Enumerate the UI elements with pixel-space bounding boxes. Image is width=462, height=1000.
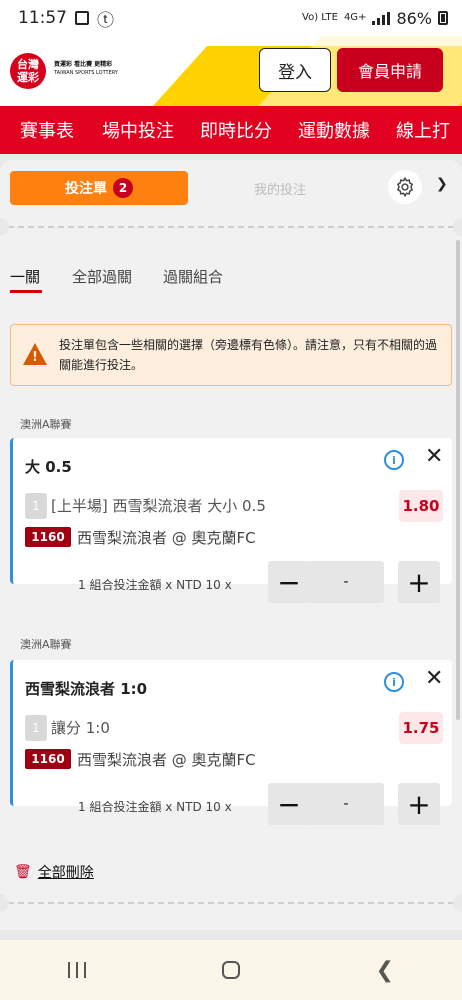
betslip-tabs: 投注單 2 我的投注 ❯: [10, 170, 450, 206]
bet-card: 大 0.5 i ✕ 1 [上半場] 西雪梨流浪者 大小 0.5 1.80 116…: [10, 438, 452, 584]
stake-increase-button[interactable]: +: [398, 561, 440, 603]
related-selection-warning: 投注單包含一些相關的選擇（旁邊標有色條）。請注意，只有不相關的過關能進行投注。: [10, 324, 452, 386]
stake-input[interactable]: -: [308, 783, 384, 825]
gallery-icon: [75, 11, 89, 25]
stake-amount-label: 1 組合投注金額 x NTD 10 x: [78, 800, 232, 814]
collapse-chevron-icon[interactable]: ❯: [436, 176, 448, 192]
trash-icon: 🗑: [14, 864, 32, 880]
logo-line2: 運彩: [17, 71, 39, 84]
volte-indicator: Vo) LTE: [302, 12, 338, 23]
tab-all-parlay[interactable]: 全部過關: [72, 266, 132, 287]
delete-all-label: 全部刪除: [37, 865, 94, 881]
back-icon[interactable]: ❮: [376, 958, 394, 983]
divider-dashed: [8, 226, 454, 228]
divider-dashed: [8, 902, 454, 904]
battery-icon: [438, 11, 448, 25]
settings-gear-icon[interactable]: [388, 170, 422, 204]
ticket-notch-left: [0, 218, 9, 236]
league-label: 澳洲A聯賽: [20, 418, 72, 431]
system-nav-bar: ❮: [0, 940, 462, 1000]
info-icon[interactable]: i: [384, 450, 404, 470]
bet-odds: 1.80: [399, 490, 443, 522]
ticket-notch-right: [453, 894, 462, 912]
selection-number: 1: [25, 715, 47, 741]
warning-icon: [23, 343, 47, 368]
ticket-notch-right: [453, 218, 462, 236]
nav-item-schedule[interactable]: 賽事表: [20, 117, 74, 143]
recent-apps-icon[interactable]: [67, 962, 86, 978]
logo-badge[interactable]: 台灣 運彩: [10, 53, 46, 89]
match-code: 1160: [25, 749, 71, 769]
network-type-indicator: 4G+: [343, 12, 367, 23]
match-name: 西雪梨流浪者 @ 奧克蘭FC: [77, 751, 256, 769]
logo-tagline-en: TAIWAN SPORTS LOTTERY: [54, 70, 118, 76]
betslip-panel: 投注單 2 我的投注 ❯ 一關 全部過關 過關組合 投注單包含一些相關的選擇（旁…: [0, 160, 462, 930]
nav-item-live-score[interactable]: 即時比分: [200, 117, 272, 143]
selection-number: 1: [25, 493, 47, 519]
match-name: 西雪梨流浪者 @ 奧克蘭FC: [77, 529, 256, 547]
warning-text: 投注單包含一些相關的選擇（旁邊標有色條）。請注意，只有不相關的過關能進行投注。: [59, 338, 438, 372]
bet-title: 西雪梨流浪者 1:0: [25, 680, 148, 698]
main-nav: 賽事表 場中投注 即時比分 運動數據 線上打: [0, 106, 462, 154]
login-button[interactable]: 登入: [259, 48, 331, 92]
bet-selection: [上半場] 西雪梨流浪者 大小 0.5: [51, 497, 266, 515]
scrollbar[interactable]: [456, 240, 460, 720]
bet-card: 西雪梨流浪者 1:0 i ✕ 1 讓分 1:0 1.75 1160 西雪梨流浪者…: [10, 660, 452, 806]
app-notification-icon: ⓣ: [97, 10, 114, 31]
remove-bet-close-icon[interactable]: ✕: [425, 666, 443, 691]
stake-decrease-button[interactable]: −: [268, 561, 310, 603]
nav-item-sports-data[interactable]: 運動數據: [298, 117, 370, 143]
stake-input[interactable]: -: [308, 561, 384, 603]
status-bar: 11:57 ⓣ Vo) LTE 4G+ 86%: [0, 0, 462, 36]
nav-item-live-betting[interactable]: 場中投注: [102, 117, 174, 143]
site-header: 台灣 運彩 買運彩 看比賽 更精彩 TAIWAN SPORTS LOTTERY …: [0, 36, 462, 106]
logo-tagline-cn: 買運彩 看比賽 更精彩: [54, 61, 113, 68]
nav-item-online[interactable]: 線上打: [396, 117, 450, 143]
logo-tagline: 買運彩 看比賽 更精彩 TAIWAN SPORTS LOTTERY: [54, 60, 118, 78]
tab-single[interactable]: 一關: [10, 266, 40, 287]
bet-odds: 1.75: [399, 712, 443, 744]
tab-betslip-label: 投注單: [65, 181, 107, 197]
home-icon[interactable]: [221, 961, 240, 979]
match-code: 1160: [25, 527, 71, 547]
tab-my-bets[interactable]: 我的投注: [210, 179, 350, 198]
stake-increase-button[interactable]: +: [398, 783, 440, 825]
tab-parlay-combo[interactable]: 過關組合: [163, 266, 223, 287]
battery-percent: 86%: [396, 8, 432, 28]
remove-bet-close-icon[interactable]: ✕: [425, 444, 443, 469]
bet-selection: 讓分 1:0: [51, 719, 110, 737]
logo-line1: 台灣: [17, 58, 39, 71]
ticket-notch-left: [0, 894, 9, 912]
bet-title: 大 0.5: [25, 458, 72, 476]
register-button[interactable]: 會員申請: [337, 48, 443, 92]
tab-betslip[interactable]: 投注單 2: [10, 171, 188, 205]
signal-strength-icon: [372, 11, 391, 25]
betslip-count-badge: 2: [113, 178, 133, 198]
stake-decrease-button[interactable]: −: [268, 783, 310, 825]
league-label: 澳洲A聯賽: [20, 638, 72, 651]
status-time: 11:57: [18, 8, 67, 28]
active-tab-indicator: [10, 290, 42, 293]
info-icon[interactable]: i: [384, 672, 404, 692]
delete-all-button[interactable]: 🗑 全部刪除: [14, 862, 94, 882]
stake-amount-label: 1 組合投注金額 x NTD 10 x: [78, 578, 232, 592]
